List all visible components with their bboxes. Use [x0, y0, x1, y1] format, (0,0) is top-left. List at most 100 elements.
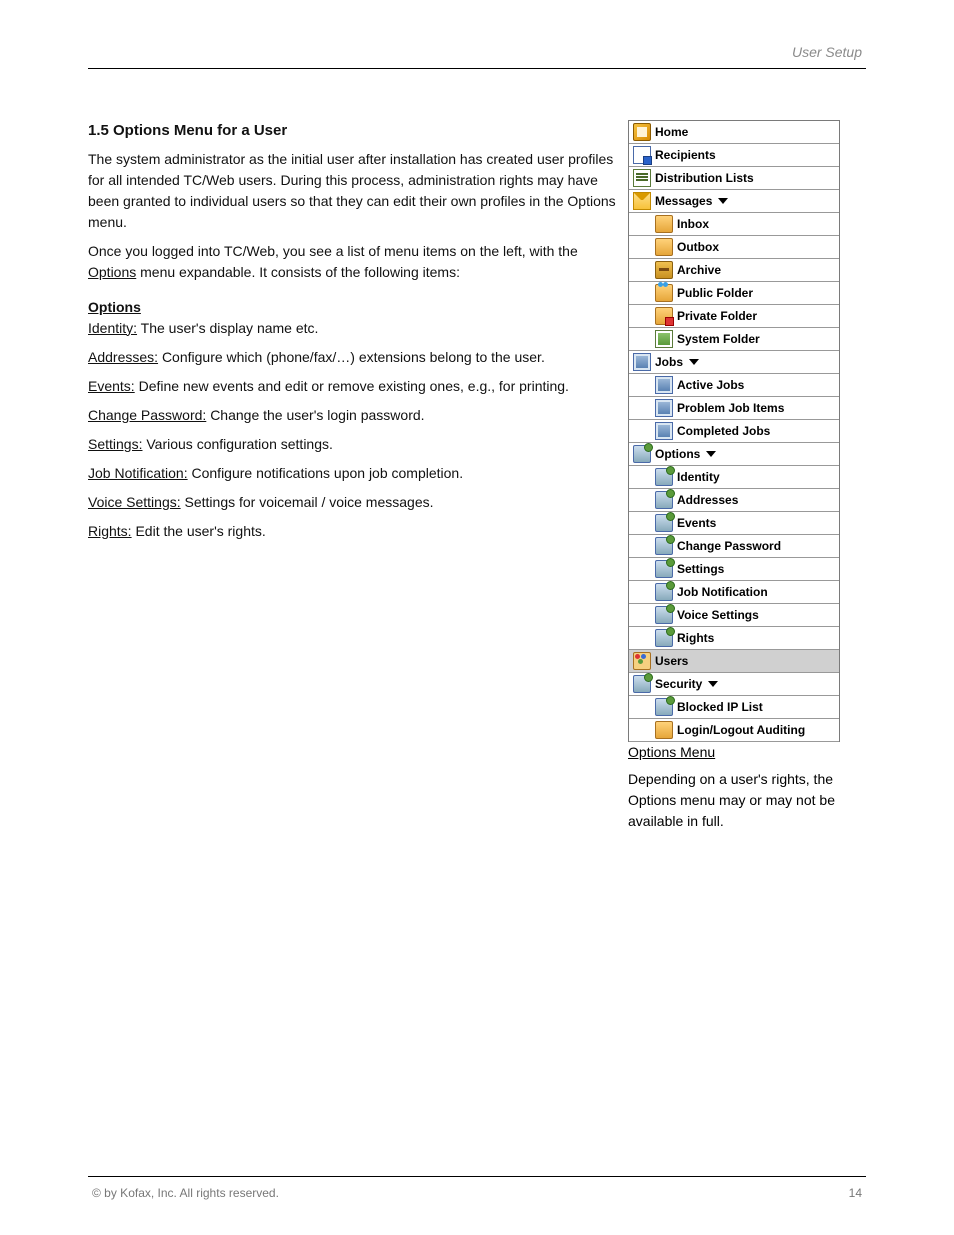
- inbox-icon: [655, 215, 673, 233]
- menu-label-distribution-lists: Distribution Lists: [655, 171, 754, 185]
- page-header-right: User Setup: [792, 44, 862, 60]
- explain-identity-label: Identity:: [88, 320, 137, 336]
- menu-item-home[interactable]: Home: [629, 121, 839, 144]
- voice-settings-icon: [655, 606, 673, 624]
- intro-paragraph-2: Once you logged into TC/Web, you see a l…: [88, 241, 623, 283]
- explain-rights-text: Edit the user's rights.: [135, 523, 265, 539]
- explain-addresses-text: Configure which (phone/fax/…) extensions…: [162, 349, 545, 365]
- explain-settings-text: Various configuration settings.: [146, 436, 333, 452]
- below-menu-title: Options Menu: [628, 742, 715, 763]
- menu-label-home: Home: [655, 125, 688, 139]
- menu-label-completed-jobs: Completed Jobs: [677, 424, 770, 438]
- menu-label-private-folder: Private Folder: [677, 309, 757, 323]
- header-rule: [88, 68, 866, 69]
- menu-item-active-jobs[interactable]: Active Jobs: [629, 374, 839, 397]
- menu-label-active-jobs: Active Jobs: [677, 378, 744, 392]
- intro-paragraph-2-lead: Once you logged into TC/Web, you see a l…: [88, 243, 578, 259]
- outbox-icon: [655, 238, 673, 256]
- menu-item-job-notification[interactable]: Job Notification: [629, 581, 839, 604]
- identity-icon: [655, 468, 673, 486]
- menu-item-outbox[interactable]: Outbox: [629, 236, 839, 259]
- menu-item-identity[interactable]: Identity: [629, 466, 839, 489]
- events-icon: [655, 514, 673, 532]
- explain-events: Events: Define new events and edit or re…: [88, 376, 623, 397]
- recipients-icon: [633, 146, 651, 164]
- settings-icon: [655, 560, 673, 578]
- menu-label-login-audit: Login/Logout Auditing: [677, 723, 805, 737]
- explain-identity-text: The user's display name etc.: [141, 320, 319, 336]
- menu-item-settings[interactable]: Settings: [629, 558, 839, 581]
- explain-change-password-text: Change the user's login password.: [210, 407, 424, 423]
- public-folder-icon: [655, 284, 673, 302]
- menu-label-messages: Messages: [655, 194, 712, 208]
- explain-addresses: Addresses: Configure which (phone/fax/…)…: [88, 347, 623, 368]
- menu-label-security: Security: [655, 677, 702, 691]
- security-icon: [633, 675, 651, 693]
- menu-label-system-folder: System Folder: [677, 332, 760, 346]
- explain-identity: Identity: The user's display name etc.: [88, 318, 623, 339]
- explain-voice-settings-label: Voice Settings:: [88, 494, 181, 510]
- menu-item-archive[interactable]: Archive: [629, 259, 839, 282]
- explain-settings: Settings: Various configuration settings…: [88, 434, 623, 455]
- intro-paragraph-2-tail: menu expandable. It consists of the foll…: [140, 264, 460, 280]
- menu-label-blocked-ip: Blocked IP List: [677, 700, 763, 714]
- menu-label-recipients: Recipients: [655, 148, 716, 162]
- menu-item-jobs[interactable]: Jobs: [629, 351, 839, 374]
- explain-job-notification: Job Notification: Configure notification…: [88, 463, 623, 484]
- menu-item-options[interactable]: Options: [629, 443, 839, 466]
- options-icon: [633, 445, 651, 463]
- menu-label-problem-jobs: Problem Job Items: [677, 401, 784, 415]
- menu-item-public-folder[interactable]: Public Folder: [629, 282, 839, 305]
- menu-item-distribution-lists[interactable]: Distribution Lists: [629, 167, 839, 190]
- explain-change-password-label: Change Password:: [88, 407, 206, 423]
- menu-item-system-folder[interactable]: System Folder: [629, 328, 839, 351]
- chevron-down-icon: [706, 451, 716, 457]
- menu-item-private-folder[interactable]: Private Folder: [629, 305, 839, 328]
- intro-paragraph-1: The system administrator as the initial …: [88, 149, 623, 233]
- menu-label-inbox: Inbox: [677, 217, 709, 231]
- below-menu-text: Depending on a user's rights, the Option…: [628, 771, 835, 829]
- explain-events-text: Define new events and edit or remove exi…: [139, 378, 569, 394]
- below-menu-caption: Options Menu Depending on a user's right…: [628, 742, 838, 832]
- menu-label-public-folder: Public Folder: [677, 286, 753, 300]
- explain-rights: Rights: Edit the user's rights.: [88, 521, 623, 542]
- change-password-icon: [655, 537, 673, 555]
- explain-job-notification-text: Configure notifications upon job complet…: [192, 465, 464, 481]
- explanatory-text: 1.5 Options Menu for a User The system a…: [88, 120, 623, 550]
- footer-rule: [88, 1176, 866, 1177]
- menu-item-inbox[interactable]: Inbox: [629, 213, 839, 236]
- explain-addresses-label: Addresses:: [88, 349, 158, 365]
- menu-label-outbox: Outbox: [677, 240, 719, 254]
- explain-events-label: Events:: [88, 378, 135, 394]
- menu-item-events[interactable]: Events: [629, 512, 839, 535]
- options-link-text: Options: [88, 264, 136, 280]
- completed-jobs-icon: [655, 422, 673, 440]
- users-icon: [633, 652, 651, 670]
- home-icon: [633, 123, 651, 141]
- explain-settings-label: Settings:: [88, 436, 142, 452]
- menu-item-change-password[interactable]: Change Password: [629, 535, 839, 558]
- menu-label-archive: Archive: [677, 263, 721, 277]
- blocked-ip-icon: [655, 698, 673, 716]
- messages-icon: [633, 192, 651, 210]
- explain-voice-settings-text: Settings for voicemail / voice messages.: [185, 494, 434, 510]
- footer-page-number: 14: [849, 1186, 862, 1200]
- menu-item-voice-settings[interactable]: Voice Settings: [629, 604, 839, 627]
- menu-item-completed-jobs[interactable]: Completed Jobs: [629, 420, 839, 443]
- menu-item-recipients[interactable]: Recipients: [629, 144, 839, 167]
- menu-label-users: Users: [655, 654, 688, 668]
- section-heading: 1.5 Options Menu for a User: [88, 120, 623, 143]
- menu-item-login-audit[interactable]: Login/Logout Auditing: [629, 719, 839, 742]
- menu-item-blocked-ip[interactable]: Blocked IP List: [629, 696, 839, 719]
- menu-item-rights[interactable]: Rights: [629, 627, 839, 650]
- menu-item-security[interactable]: Security: [629, 673, 839, 696]
- options-subheading: Options: [88, 297, 623, 318]
- login-audit-icon: [655, 721, 673, 739]
- explain-job-notification-label: Job Notification:: [88, 465, 188, 481]
- menu-label-identity: Identity: [677, 470, 720, 484]
- menu-item-problem-jobs[interactable]: Problem Job Items: [629, 397, 839, 420]
- menu-item-messages[interactable]: Messages: [629, 190, 839, 213]
- menu-item-users[interactable]: Users: [629, 650, 839, 673]
- job-notification-icon: [655, 583, 673, 601]
- menu-item-addresses[interactable]: Addresses: [629, 489, 839, 512]
